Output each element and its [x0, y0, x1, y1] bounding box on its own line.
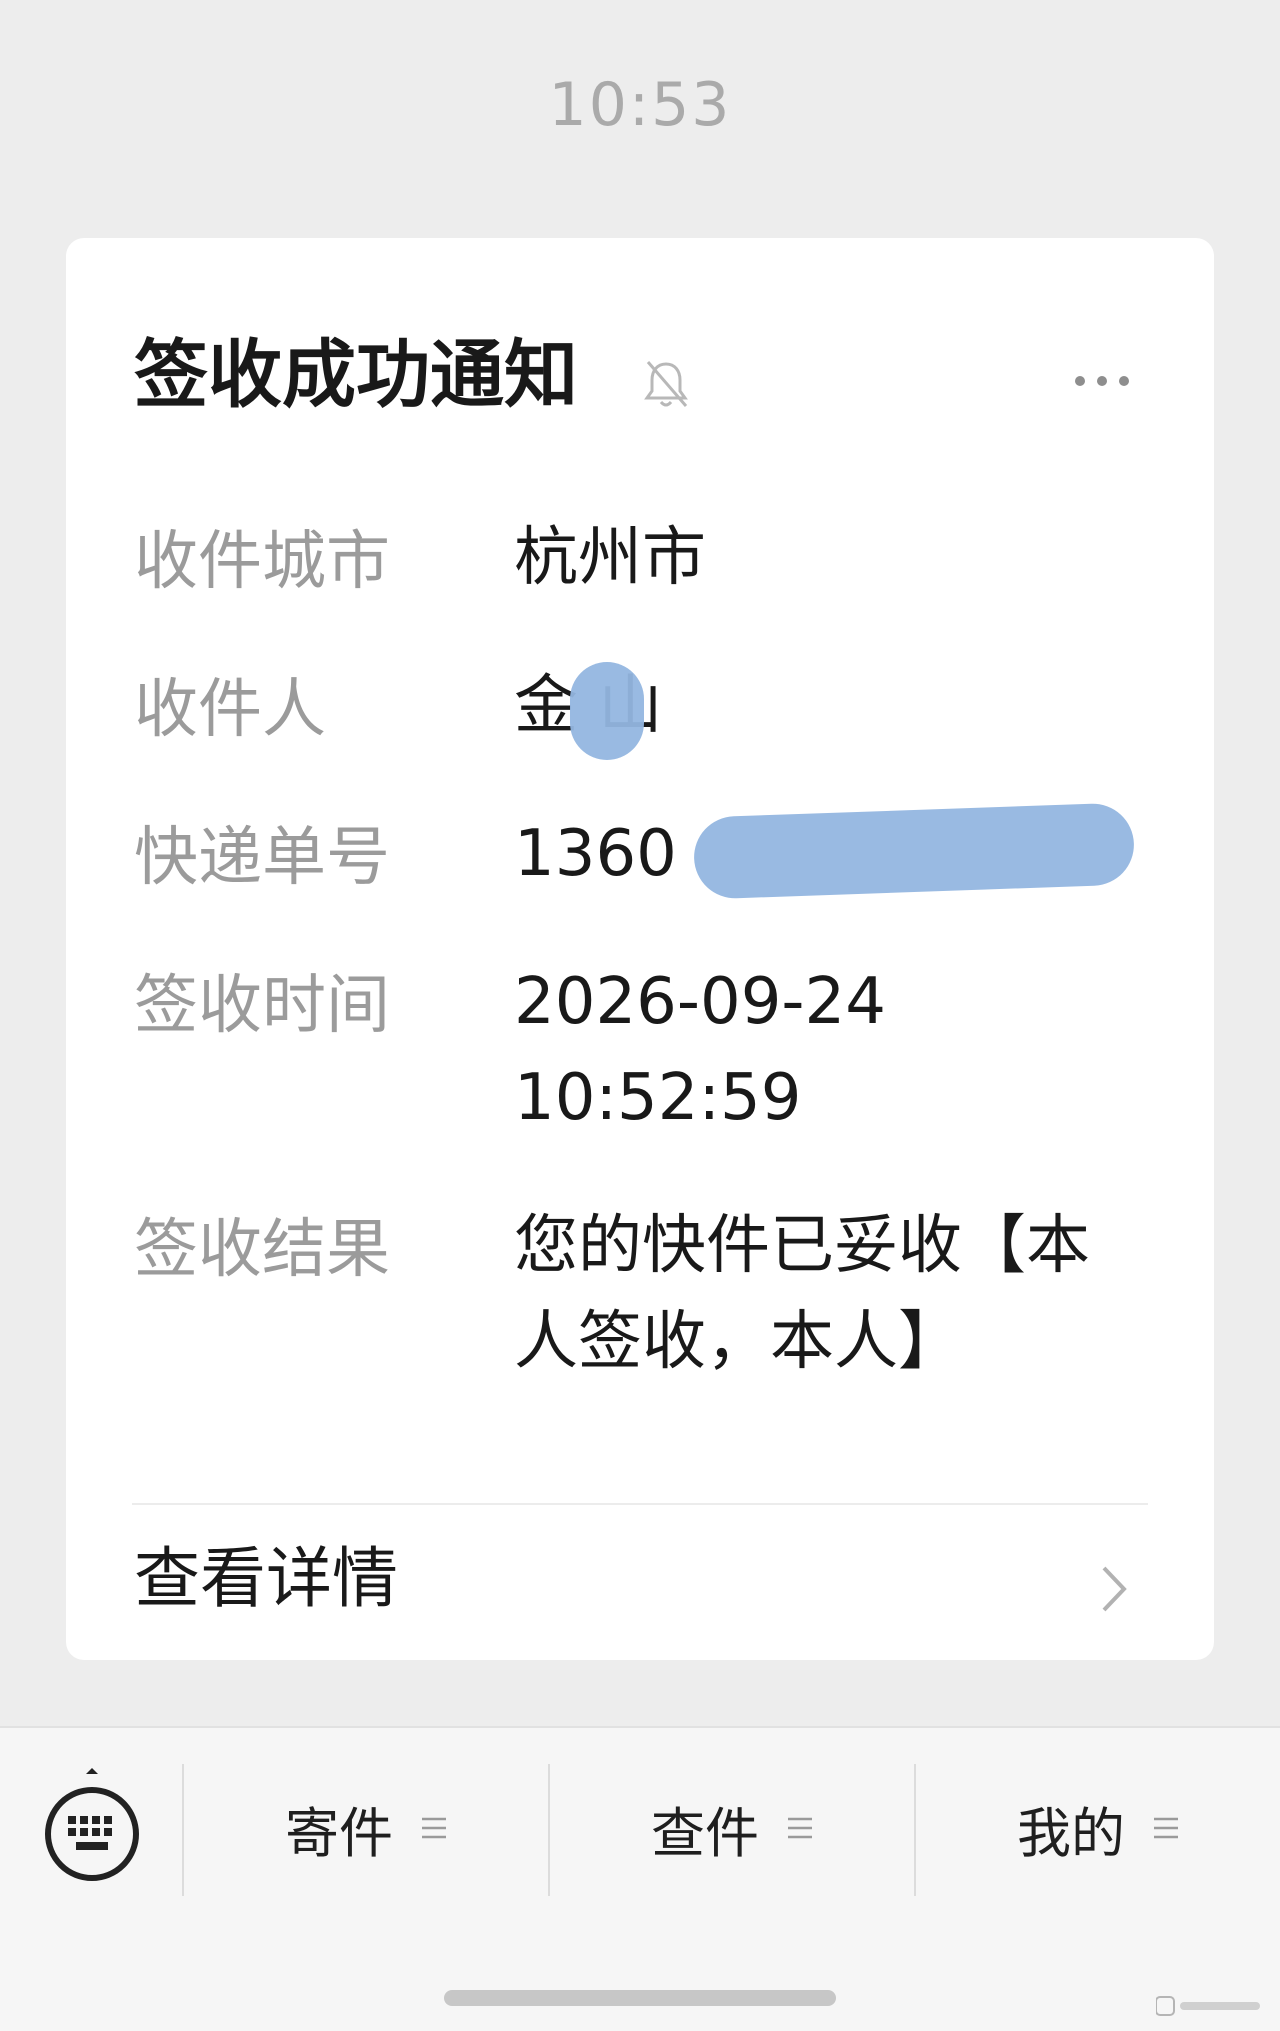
menu-item-mine[interactable]: 我的	[916, 1768, 1280, 1888]
chevron-right-icon	[1102, 1566, 1127, 1612]
menu-label-send: 寄件	[285, 1801, 393, 1865]
field-label-tracking: 快递单号	[134, 821, 390, 895]
field-value-sign-result-line1: 您的快件已妥收【本	[514, 1209, 1090, 1283]
menu-label-mine: 我的	[1017, 1801, 1125, 1865]
menu-item-send[interactable]: 寄件	[184, 1768, 548, 1888]
menu-label-track: 查件	[651, 1801, 759, 1865]
card-divider	[132, 1503, 1148, 1505]
field-value-city: 杭州市	[514, 521, 706, 595]
more-dots-icon[interactable]	[1072, 366, 1132, 396]
field-value-sign-clock: 10:52:59	[514, 1061, 802, 1135]
menu-lines-icon	[422, 1817, 446, 1839]
field-label-sign-time: 签收时间	[134, 969, 390, 1043]
bell-muted-icon	[644, 361, 688, 407]
field-value-sign-date: 2026-09-24	[514, 965, 886, 1039]
field-value-sign-result-line2: 人签收，本人】	[514, 1305, 962, 1379]
field-label-sign-result: 签收结果	[134, 1213, 390, 1287]
keyboard-icon[interactable]	[42, 1768, 142, 1888]
menu-lines-icon	[1154, 1817, 1178, 1839]
menu-item-track[interactable]: 查件	[550, 1768, 914, 1888]
field-label-city: 收件城市	[134, 525, 390, 599]
redaction-mark-tracking	[692, 802, 1136, 900]
menu-lines-icon	[788, 1817, 812, 1839]
home-indicator[interactable]	[444, 1990, 836, 2006]
bottom-menu-bar: 寄件 查件 我的	[0, 1726, 1280, 2031]
view-details-row[interactable]: 查看详情	[66, 1506, 1214, 1656]
watermark-logo-icon	[1156, 1996, 1260, 2016]
field-label-recipient: 收件人	[134, 673, 326, 747]
card-title: 签收成功通知	[134, 332, 578, 418]
message-time: 10:53	[548, 70, 732, 140]
view-details-label: 查看详情	[134, 1540, 398, 1617]
notification-card: 签收成功通知 收件城市 杭州市 收件人 金 山 快递单号 1360 签收时间 2…	[66, 238, 1214, 1660]
redaction-mark-recipient	[570, 662, 644, 760]
